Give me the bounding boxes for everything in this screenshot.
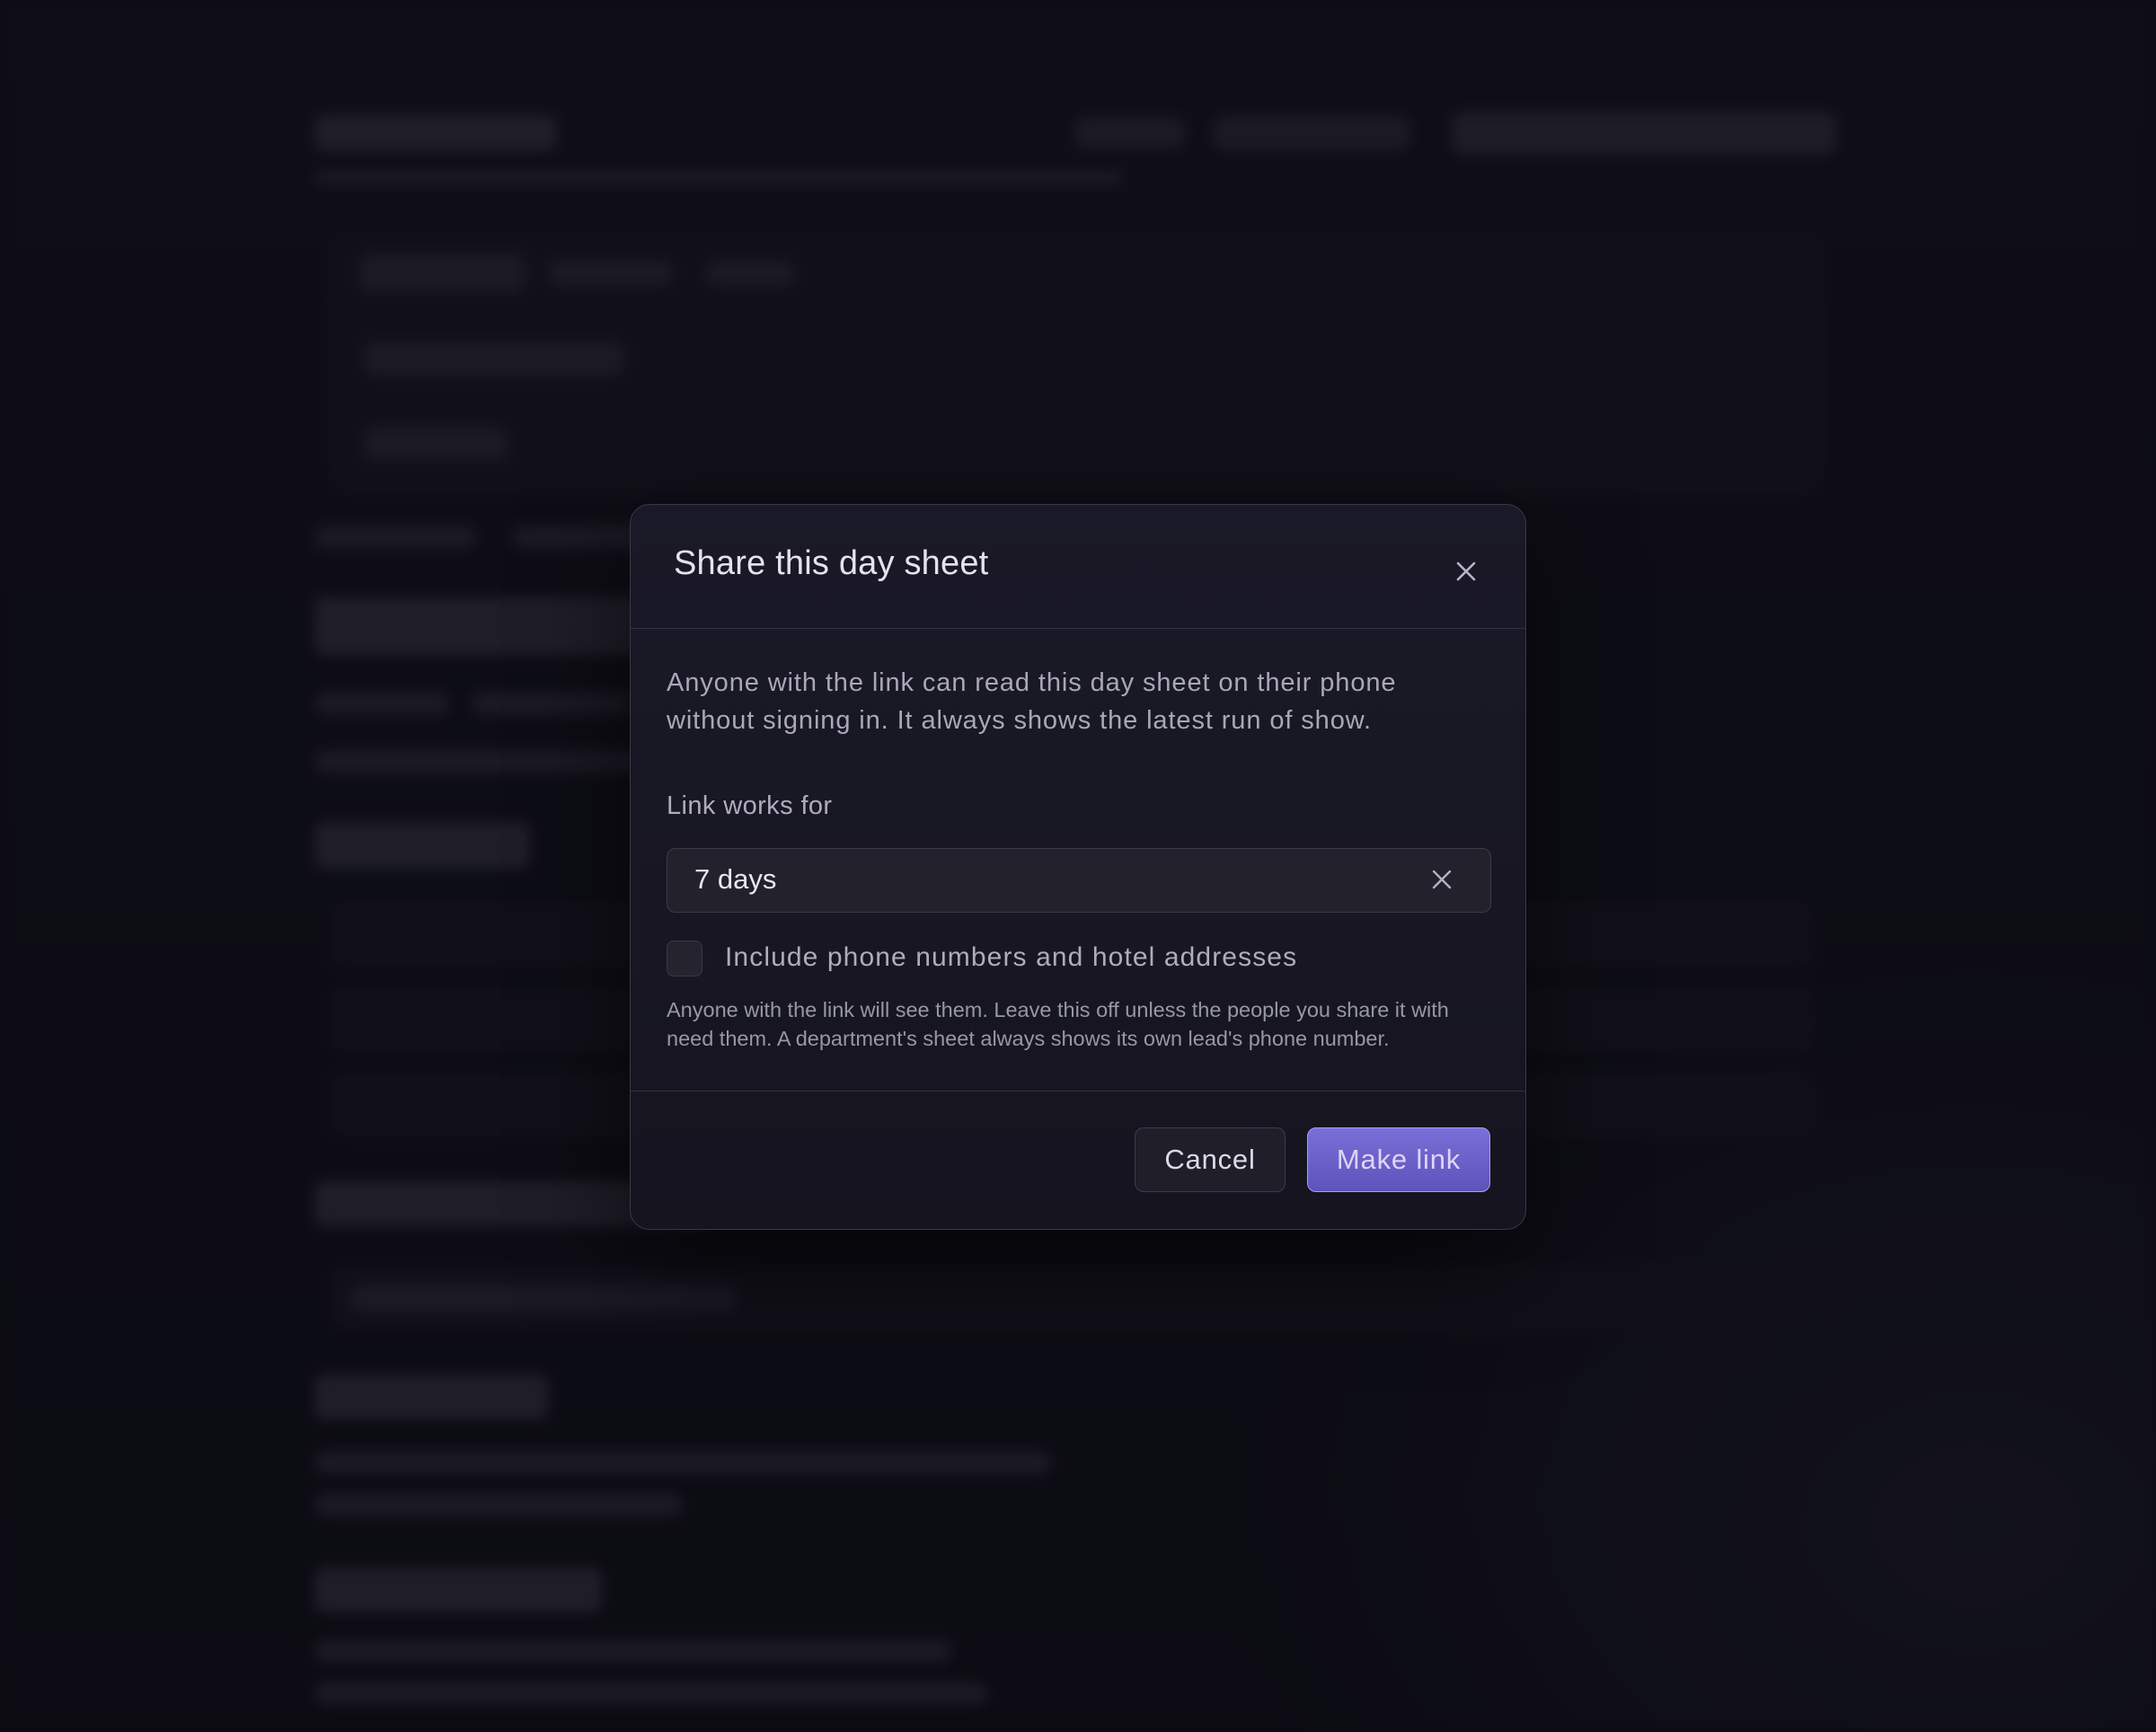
expiry-label: Link works for bbox=[667, 791, 833, 820]
dialog-footer: Cancel Make link bbox=[631, 1091, 1525, 1229]
cancel-button[interactable]: Cancel bbox=[1135, 1127, 1286, 1192]
clear-icon bbox=[1432, 870, 1452, 894]
expiry-select[interactable]: 7 days bbox=[667, 848, 1491, 913]
clear-expiry-button[interactable] bbox=[1420, 860, 1463, 903]
include-contacts-checkbox[interactable] bbox=[667, 941, 702, 976]
dialog-description: Anyone with the link can read this day s… bbox=[667, 668, 1397, 735]
make-link-button[interactable]: Make link bbox=[1307, 1127, 1490, 1192]
include-contacts-hint: Anyone with the link will see them. Leav… bbox=[667, 998, 1449, 1050]
include-contacts-label[interactable]: Include phone numbers and hotel addresse… bbox=[725, 942, 1297, 973]
close-icon bbox=[1456, 561, 1476, 586]
dialog-header: Share this day sheet bbox=[631, 505, 1525, 629]
expiry-value: 7 days bbox=[694, 863, 777, 895]
close-button[interactable] bbox=[1439, 546, 1493, 600]
share-dialog: Share this day sheet Anyone with the lin… bbox=[630, 504, 1526, 1230]
dialog-title: Share this day sheet bbox=[674, 544, 989, 582]
